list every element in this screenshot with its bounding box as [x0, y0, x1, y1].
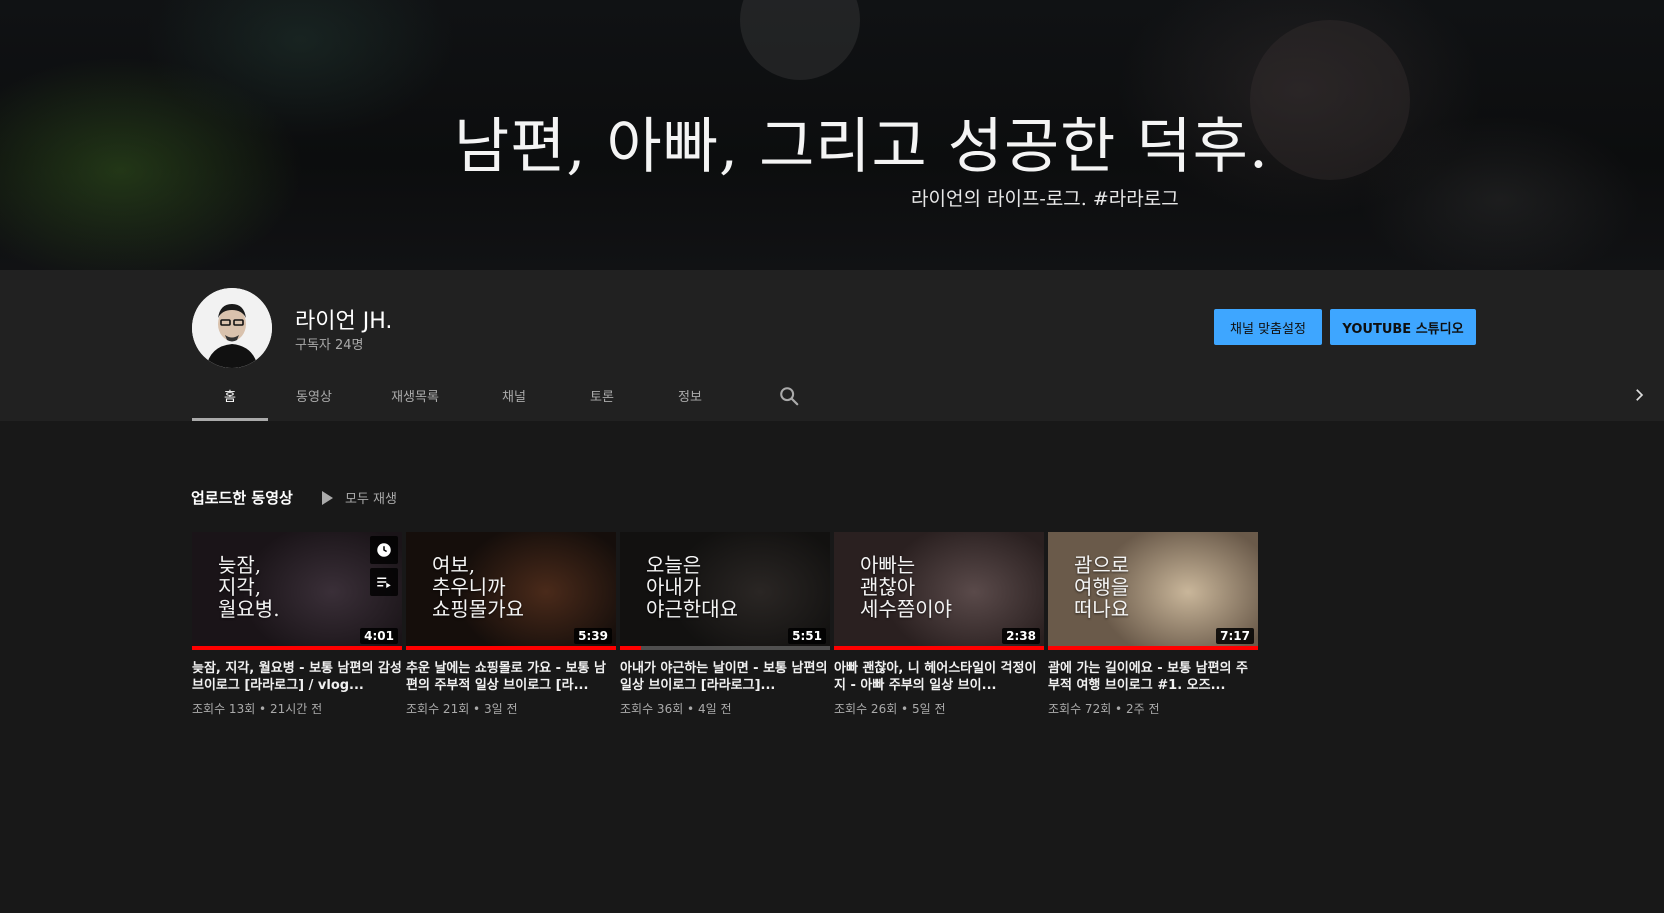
watch-progress-fill [406, 646, 616, 650]
video-card[interactable]: 여보, 추우니까 쇼핑몰가요 5:39 추운 날에는 쇼핑몰로 가요 - 보통 남편… [406, 532, 616, 717]
watch-progress-bar [620, 646, 830, 650]
add-to-queue-icon[interactable] [370, 568, 398, 596]
video-title[interactable]: 추운 날에는 쇼핑몰로 가요 - 보통 남편의 주부적 일상 브이로그 [라..… [406, 660, 616, 694]
avatar[interactable] [192, 288, 272, 368]
banner-title: 남편, 아빠, 그리고 성공한 덕후. [454, 112, 1269, 182]
video-thumbnail[interactable]: 괌으로 여행을 떠나요 7:17 [1048, 532, 1258, 650]
watch-later-icon[interactable] [370, 536, 398, 564]
tab-videos[interactable]: 동영상 [268, 370, 360, 421]
channel-header: 라이언 JH. 구독자 24명 채널 맞춤설정 YOUTUBE 스튜디오 홈 동… [0, 270, 1664, 421]
avatar-image [192, 288, 272, 368]
watch-progress-bar [1048, 646, 1258, 650]
video-metadata: 조회수 36회 • 4일 전 [620, 702, 732, 716]
banner-subtitle: 라이언의 라이프-로그. #라라로그 [911, 188, 1179, 210]
video-duration: 2:38 [1002, 628, 1040, 644]
video-thumbnail[interactable]: 오늘은 아내가 야근한대요 5:51 [620, 532, 830, 650]
tab-home[interactable]: 홈 [192, 370, 268, 421]
play-all-label: 모두 재생 [345, 492, 397, 507]
watch-progress-fill [620, 646, 641, 650]
video-duration: 7:17 [1216, 628, 1254, 644]
video-card[interactable]: 오늘은 아내가 야근한대요 5:51 아내가 야근하는 날이면 - 보통 남편의 일… [620, 532, 830, 717]
thumbnail-caption: 오늘은 아내가 야근한대요 [646, 553, 738, 621]
video-duration: 5:51 [788, 628, 826, 644]
play-icon [322, 490, 333, 505]
video-duration: 4:01 [360, 628, 398, 644]
video-thumbnail[interactable]: 늦잠, 지각, 월요병. 4:01 [192, 532, 402, 650]
video-metadata: 조회수 72회 • 2주 전 [1048, 702, 1160, 716]
video-thumbnail[interactable]: 아빠는 괜찮아 세수쯤이야 2:38 [834, 532, 1044, 650]
video-title[interactable]: 아내가 야근하는 날이면 - 보통 남편의 일상 브이로그 [라라로그]... [620, 660, 830, 694]
video-metadata: 조회수 21회 • 3일 전 [406, 702, 518, 716]
watch-progress-fill [1048, 646, 1258, 650]
video-card[interactable]: 괌으로 여행을 떠나요 7:17 괌에 가는 길이에요 - 보통 남편의 주부적 여… [1048, 532, 1258, 717]
watch-progress-bar [192, 646, 402, 650]
video-duration: 5:39 [574, 628, 612, 644]
channel-name: 라이언 JH. [295, 309, 393, 334]
video-thumbnail[interactable]: 여보, 추우니까 쇼핑몰가요 5:39 [406, 532, 616, 650]
video-shelf: 늦잠, 지각, 월요병. 4:01 늦잠, 지각, 월요병 - 보통 남편의 감성 … [192, 532, 1258, 717]
banner-decoration [1250, 20, 1410, 180]
subscriber-count: 구독자 24명 [295, 338, 364, 353]
thumbnail-caption: 늦잠, 지각, 월요병. [218, 553, 280, 621]
watch-progress-fill [834, 646, 1044, 650]
watch-progress-bar [834, 646, 1044, 650]
video-title[interactable]: 아빠 괜찮아, 니 헤어스타일이 걱정이지 - 아빠 주부의 일상 브이... [834, 660, 1044, 694]
video-card[interactable]: 늦잠, 지각, 월요병. 4:01 늦잠, 지각, 월요병 - 보통 남편의 감성 … [192, 532, 402, 717]
watch-progress-bar [406, 646, 616, 650]
video-title[interactable]: 늦잠, 지각, 월요병 - 보통 남편의 감성 브이로그 [라라로그] / vl… [192, 660, 402, 694]
section-title[interactable]: 업로드한 동영상 [191, 487, 293, 508]
channel-banner: 남편, 아빠, 그리고 성공한 덕후. 라이언의 라이프-로그. #라라로그 [0, 0, 1664, 270]
play-all-button[interactable]: 모두 재생 [322, 488, 397, 507]
chevron-right-icon[interactable] [1630, 386, 1648, 404]
search-icon[interactable] [778, 385, 800, 407]
customize-channel-button[interactable]: 채널 맞춤설정 [1214, 309, 1322, 345]
thumbnail-caption: 아빠는 괜찮아 세수쯤이야 [860, 553, 952, 621]
tab-about[interactable]: 정보 [646, 370, 734, 421]
banner-decoration [740, 0, 860, 80]
watch-progress-fill [192, 646, 402, 650]
channel-tabs: 홈 동영상 재생목록 채널 토론 정보 [192, 370, 734, 421]
tab-playlists[interactable]: 재생목록 [360, 370, 470, 421]
thumbnail-caption: 여보, 추우니까 쇼핑몰가요 [432, 553, 524, 621]
video-metadata: 조회수 13회 • 21시간 전 [192, 702, 323, 716]
video-card[interactable]: 아빠는 괜찮아 세수쯤이야 2:38 아빠 괜찮아, 니 헤어스타일이 걱정이지 -… [834, 532, 1044, 717]
video-metadata: 조회수 26회 • 5일 전 [834, 702, 946, 716]
video-title[interactable]: 괌에 가는 길이에요 - 보통 남편의 주부적 여행 브이로그 #1. 오즈..… [1048, 660, 1258, 694]
thumbnail-caption: 괌으로 여행을 떠나요 [1074, 553, 1130, 621]
tab-channels[interactable]: 채널 [470, 370, 558, 421]
youtube-studio-button[interactable]: YOUTUBE 스튜디오 [1330, 309, 1476, 345]
tab-discussion[interactable]: 토론 [558, 370, 646, 421]
